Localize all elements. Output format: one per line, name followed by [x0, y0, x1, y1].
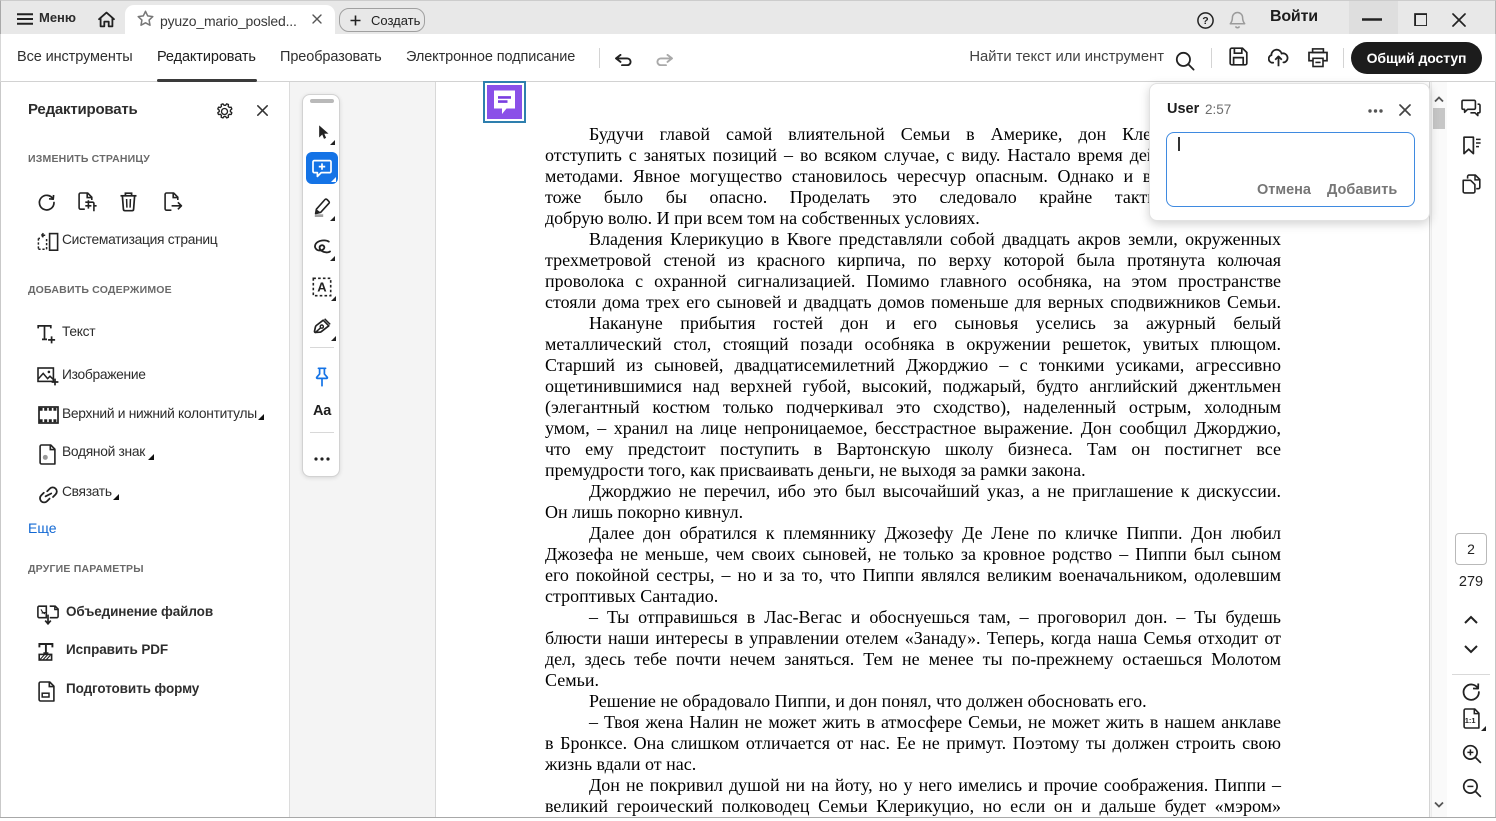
svg-text:A: A	[317, 280, 327, 295]
svg-text:1:1: 1:1	[1465, 716, 1476, 725]
svg-text:?: ?	[1202, 15, 1208, 27]
